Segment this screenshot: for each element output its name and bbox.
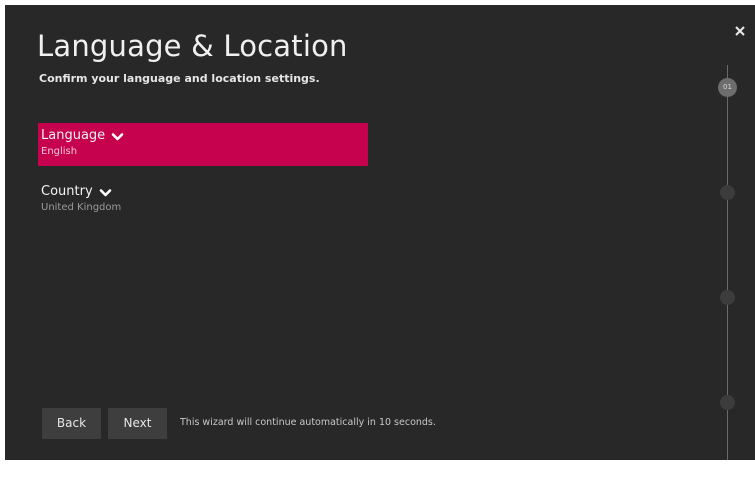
country-label: Country: [41, 184, 93, 199]
country-setting-label-row: Country: [41, 184, 368, 200]
country-setting[interactable]: Country United Kingdom: [38, 179, 368, 222]
page-subtitle: Confirm your language and location setti…: [39, 72, 320, 85]
language-value: English: [41, 146, 78, 157]
step-indicator: [720, 290, 735, 305]
language-setting-label-row: Language: [41, 128, 368, 144]
chevron-down-icon: [99, 187, 112, 197]
language-setting[interactable]: Language English: [38, 123, 368, 166]
close-icon[interactable]: [733, 23, 747, 37]
setup-wizard-screen: Language & Location Confirm your languag…: [5, 5, 755, 460]
language-label: Language: [41, 128, 106, 143]
step-indicator: [720, 185, 735, 200]
back-button[interactable]: Back: [42, 408, 101, 439]
country-value: United Kingdom: [41, 202, 122, 213]
next-button[interactable]: Next: [108, 408, 167, 439]
page-title: Language & Location: [37, 29, 348, 63]
step-indicator-current: 01: [718, 78, 737, 97]
step-indicator: [720, 395, 735, 410]
auto-continue-message: This wizard will continue automatically …: [180, 417, 436, 428]
chevron-down-icon: [111, 131, 124, 141]
